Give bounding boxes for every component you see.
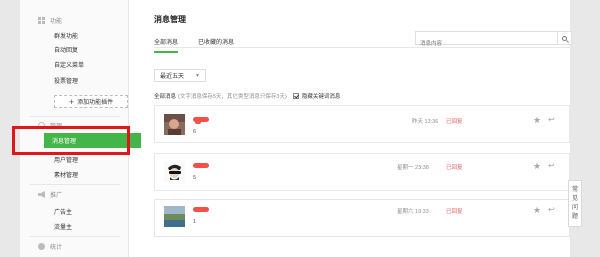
redacted-name (193, 207, 209, 212)
message-text: 5 (193, 175, 197, 181)
message-time: 星期六 19:33 (397, 209, 429, 215)
tab-all-messages[interactable]: 全部消息 (154, 37, 179, 53)
sidebar-section-promotion: 推广 (38, 190, 62, 199)
message-info-bar: 全部消息 (文字消息保存5天，其它类型消息只保存3天) 隐藏关键词消息 (154, 92, 340, 100)
message-row[interactable]: 1 星期六 19:33 已回复 ★ ↩ (154, 199, 570, 237)
help-char: 常 (571, 186, 578, 193)
sidebar-section-stats: 统计 (38, 242, 62, 251)
search-input[interactable] (416, 38, 556, 50)
sidebar-item-mass-send[interactable]: 群发功能 (54, 31, 78, 40)
reply-status: 已回复 (446, 209, 463, 215)
add-plugin-label: 添加功能插件 (77, 100, 114, 106)
chevron-down-icon: ▼ (195, 73, 200, 79)
date-range-value: 最近五天 (160, 74, 185, 80)
help-char: 见 (571, 195, 578, 202)
divider (30, 116, 120, 117)
sidebar-item-publisher[interactable]: 流量主 (54, 222, 72, 231)
sidebar-item-materials[interactable]: 素材管理 (54, 170, 78, 179)
help-char: 问 (571, 204, 578, 211)
avatar (164, 114, 185, 135)
highlight-annotation-box (12, 126, 130, 155)
reply-status: 已回复 (446, 165, 463, 171)
plus-icon: + (68, 96, 75, 107)
section-title: 统计 (50, 245, 63, 251)
search-icon (562, 35, 567, 41)
main-content: 消息管理 全部消息 已收藏的消息 最近五天 ▼ 全部消息 (文字消息保存5天，其… (137, 0, 574, 257)
search-button[interactable] (557, 32, 571, 44)
reply-status: 已回复 (446, 119, 463, 125)
redacted-name (195, 120, 201, 124)
sidebar-item-custom-menu[interactable]: 自定义菜单 (54, 60, 84, 69)
reply-icon[interactable]: ↩ (548, 162, 555, 170)
page-title: 消息管理 (154, 15, 186, 24)
star-icon[interactable]: ★ (533, 162, 541, 171)
megaphone-icon (38, 191, 45, 198)
avatar (164, 161, 185, 182)
message-text: 6 (193, 129, 197, 135)
avatar (164, 206, 185, 227)
star-icon[interactable]: ★ (533, 206, 541, 215)
sidebar-item-vote[interactable]: 投票管理 (54, 76, 78, 85)
search-box (415, 31, 572, 50)
section-title: 推广 (50, 193, 63, 199)
redacted-name (193, 163, 209, 168)
message-row[interactable]: 5 星期一 23:38 已回复 ★ ↩ (154, 153, 570, 191)
grid-icon (38, 17, 45, 24)
tab-starred-messages[interactable]: 已收藏的消息 (198, 37, 234, 46)
hide-keyword-checkbox[interactable] (292, 93, 299, 99)
date-range-select[interactable]: 最近五天 ▼ (154, 69, 206, 82)
sidebar-section-features: 功能 (38, 16, 62, 25)
reply-icon[interactable]: ↩ (548, 206, 555, 214)
pie-chart-icon (38, 243, 45, 250)
section-title: 功能 (50, 19, 63, 25)
message-time: 昨天 13:36 (412, 119, 439, 125)
help-char: 题 (571, 213, 578, 220)
sidebar-item-advertiser[interactable]: 广告主 (54, 207, 72, 216)
help-faq-button[interactable]: 常 见 问 题 (568, 180, 582, 227)
divider (30, 184, 120, 185)
sidebar-item-users[interactable]: 用户管理 (54, 155, 78, 164)
hide-keyword-label[interactable]: 隐藏关键词消息 (302, 92, 341, 100)
message-time: 星期一 23:38 (397, 165, 429, 171)
star-icon[interactable]: ★ (533, 116, 541, 125)
sidebar-item-auto-reply[interactable]: 自动回复 (54, 45, 78, 54)
retention-note: (文字消息保存5天，其它类型消息只保存3天) (178, 94, 287, 100)
add-plugin-button[interactable]: + 添加功能插件 (54, 95, 128, 108)
divider (30, 236, 120, 237)
reply-icon[interactable]: ↩ (548, 116, 555, 124)
message-row[interactable]: 6 昨天 13:36 已回复 ★ ↩ (154, 105, 570, 143)
all-messages-label: 全部消息 (154, 94, 177, 100)
message-text: 1 (193, 219, 197, 225)
